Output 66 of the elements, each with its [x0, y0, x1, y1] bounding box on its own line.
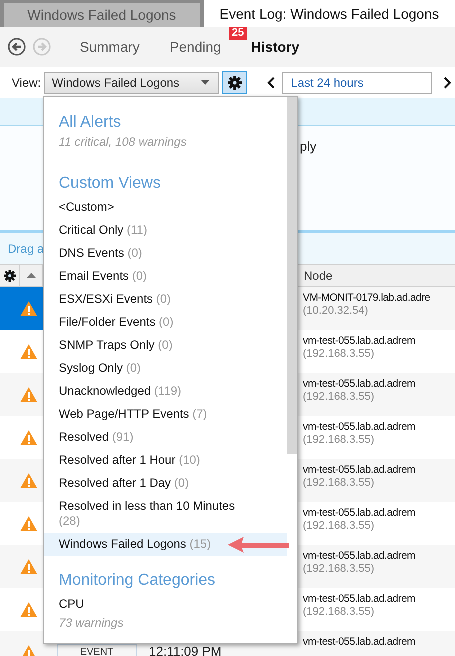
node-address: (192.168.3.55) — [303, 348, 376, 360]
menu-item[interactable]: SNMP Traps Only (0) — [44, 334, 287, 357]
warning-icon — [20, 300, 38, 316]
node-name: vm-test-055.lab.ad.adrem — [303, 593, 416, 605]
warning-icon — [20, 344, 38, 360]
node-address: (192.168.3.55) — [303, 606, 376, 618]
menu-item[interactable]: DNS Events (0) — [44, 242, 287, 265]
nav-tab[interactable]: History — [251, 39, 300, 55]
column-header[interactable]: Node — [300, 268, 455, 282]
menu-item[interactable]: Resolved after 1 Day (0) — [44, 472, 287, 495]
scrollbar-thumb[interactable] — [287, 97, 297, 454]
node-address: (10.20.32.54) — [303, 305, 370, 317]
count-badge: 25 — [229, 27, 248, 40]
date-range-field[interactable]: Last 24 hours — [282, 72, 432, 94]
menu-item[interactable]: CPU — [44, 593, 287, 616]
menu-note: 11 critical, 108 warnings — [58, 135, 188, 149]
group-hint: Drag a — [8, 242, 44, 256]
description-text: ply — [300, 139, 317, 154]
window-tab[interactable]: Windows Failed Logons — [4, 3, 200, 27]
nav-tab[interactable]: Summary — [80, 39, 140, 55]
node-address: (192.168.3.55) — [303, 563, 376, 575]
menu-item[interactable]: Resolved (91) — [44, 426, 287, 449]
node-address: (192.168.3.55) — [303, 434, 376, 446]
view-dropdown[interactable]: Windows Failed Logons — [44, 72, 220, 94]
menu-item[interactable]: Email Events (0) — [44, 265, 287, 288]
back-button[interactable] — [8, 38, 26, 56]
warning-icon — [20, 472, 38, 488]
node-address: (192.168.3.55) — [303, 477, 376, 489]
node-name: vm-test-055.lab.ad.adrem — [303, 464, 416, 476]
menu-heading: Monitoring Categories — [58, 572, 217, 591]
menu-heading: Custom Views — [58, 175, 162, 194]
time-cell: 12:11:09 PM — [149, 644, 222, 656]
menu-item[interactable]: <Custom> — [44, 196, 287, 219]
menu-heading: All Alerts — [58, 114, 122, 133]
node-name: vm-test-055.lab.ad.adrem — [303, 335, 416, 347]
menu-note: 73 warnings — [58, 616, 125, 630]
menu-item[interactable]: Windows Failed Logons (15) — [44, 533, 287, 556]
node-address: (192.168.3.55) — [303, 520, 376, 532]
menu-item[interactable]: File/Folder Events (0) — [44, 311, 287, 334]
sort-icon[interactable] — [26, 273, 36, 278]
window-tab[interactable]: Event Log: Windows Failed Logons — [204, 0, 455, 27]
menu-item[interactable]: Resolved in less than 10 Minutes (28) — [44, 495, 287, 533]
warning-icon — [20, 558, 38, 574]
menu-item[interactable]: Unacknowledged (119) — [44, 380, 287, 403]
warning-icon — [20, 516, 38, 532]
menu-item[interactable]: Web Page/HTTP Events (7) — [44, 403, 287, 426]
node-name: vm-test-055.lab.ad.adrem — [303, 507, 416, 519]
node-name: vm-test-055.lab.ad.adrem — [303, 550, 416, 562]
node-address: (192.168.3.55) — [303, 391, 376, 403]
warning-icon — [20, 386, 38, 402]
settings-button[interactable] — [222, 71, 248, 94]
menu-item[interactable]: ESX/ESXi Events (0) — [44, 288, 287, 311]
node-name: vm-test-055.lab.ad.adrem — [303, 421, 416, 433]
warning-icon — [20, 430, 38, 446]
gear-icon — [228, 76, 242, 90]
menu-item[interactable]: Syslog Only (0) — [44, 357, 287, 380]
warning-icon — [20, 602, 38, 618]
node-name: vm-test-055.lab.ad.adrem — [303, 636, 416, 648]
view-label: View: — [12, 76, 42, 90]
pointer-arrow — [228, 536, 290, 554]
menu-item[interactable]: Resolved after 1 Hour (10) — [44, 449, 287, 472]
menu-item[interactable]: Critical Only (11) — [44, 219, 287, 242]
node-name: vm-test-055.lab.ad.adrem — [303, 378, 416, 390]
caret-icon — [201, 80, 210, 85]
gear-icon — [4, 270, 16, 282]
node-name: VM-MONIT-0179.lab.ad.adre — [303, 292, 432, 304]
